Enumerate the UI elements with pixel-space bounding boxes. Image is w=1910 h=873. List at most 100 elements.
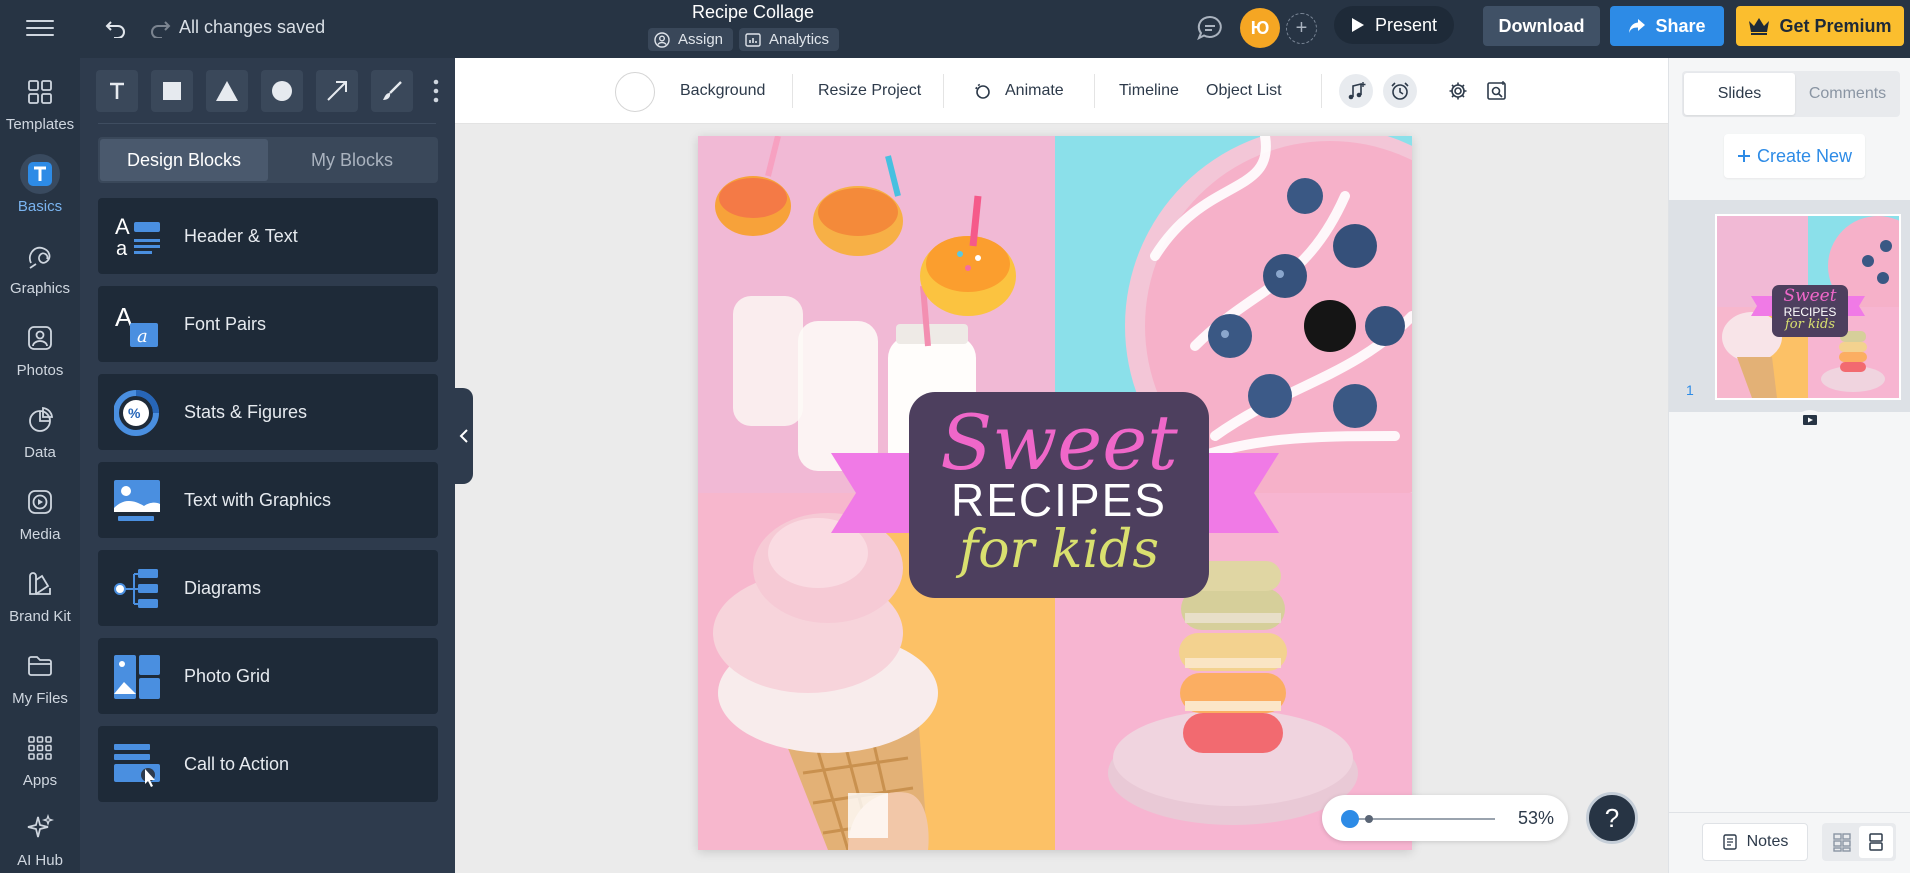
block-photo-grid[interactable]: Photo Grid [98, 638, 438, 714]
assign-icon [654, 31, 670, 48]
brand-kit-icon [20, 564, 60, 604]
rail-label: Photos [16, 362, 64, 379]
design-canvas[interactable]: Sweet RECIPES for kids [698, 136, 1412, 850]
rail-item-apps[interactable]: Apps [0, 720, 80, 802]
thumb-line-sweet: Sweet [1783, 286, 1837, 306]
header-text-icon: Aa [114, 214, 162, 260]
block-call-to-action[interactable]: Call to Action [98, 726, 438, 802]
rail-item-my-files[interactable]: My Files [0, 638, 80, 720]
right-panel-tabs: Slides Comments [1682, 71, 1900, 117]
block-font-pairs[interactable]: Aa Font Pairs [98, 286, 438, 362]
block-header-text[interactable]: Aa Header & Text [98, 198, 438, 274]
analytics-button[interactable]: Analytics [739, 28, 840, 51]
crown-icon [1749, 18, 1770, 35]
svg-text:a: a [137, 326, 148, 347]
rail-item-graphics[interactable]: Graphics [0, 228, 80, 310]
block-label: Stats & Figures [184, 401, 308, 422]
svg-text:a: a [116, 238, 128, 260]
text-graphics-icon [114, 478, 162, 524]
background-button[interactable]: Background [680, 58, 765, 124]
notes-button[interactable]: Notes [1702, 823, 1808, 861]
block-label: Header & Text [184, 225, 298, 246]
tab-design-blocks[interactable]: Design Blocks [100, 139, 268, 181]
help-button[interactable]: ? [1586, 792, 1638, 844]
background-color-swatch[interactable] [615, 72, 655, 112]
block-label: Diagrams [184, 577, 262, 598]
media-play-icon [20, 482, 60, 522]
rail-item-basics[interactable]: Basics [0, 146, 80, 228]
left-rail: Templates Basics Graphics Photos Data Me… [0, 58, 80, 873]
divider [98, 123, 436, 124]
share-button[interactable]: Share [1610, 6, 1724, 46]
block-diagrams[interactable]: Diagrams [98, 550, 438, 626]
block-stats-figures[interactable]: % Stats & Figures [98, 374, 438, 450]
object-list-button[interactable]: Object List [1206, 58, 1282, 124]
analytics-icon [745, 32, 761, 47]
present-label: Present [1374, 14, 1438, 35]
rail-label: Graphics [9, 280, 71, 297]
rail-item-media[interactable]: Media [0, 474, 80, 556]
title-card[interactable]: Sweet RECIPES for kids [909, 392, 1209, 598]
rail-label: Basics [17, 198, 63, 215]
triangle-tool-icon[interactable] [206, 70, 248, 112]
text-tool-icon[interactable] [96, 70, 138, 112]
circle-tool-icon[interactable] [261, 70, 303, 112]
settings-gear-icon[interactable] [1441, 74, 1475, 108]
rail-item-photos[interactable]: Photos [0, 310, 80, 392]
thumb-title-card: Sweet RECIPES for kids [1772, 285, 1848, 337]
tab-my-blocks[interactable]: My Blocks [268, 139, 436, 181]
square-tool-icon[interactable] [151, 70, 193, 112]
shape-toolbar [96, 70, 413, 112]
present-button[interactable]: Present [1334, 6, 1454, 44]
design-blocks-panel: Design Blocks My Blocks Aa Header & Text… [80, 58, 455, 873]
zoom-value[interactable]: 53% [1518, 808, 1554, 829]
tab-slides[interactable]: Slides [1684, 73, 1795, 115]
rail-item-templates[interactable]: Templates [0, 64, 80, 146]
tab-comments[interactable]: Comments [1792, 73, 1903, 115]
user-avatar[interactable]: Ю [1240, 8, 1280, 48]
create-new-label: Create New [1756, 145, 1853, 166]
brush-tool-icon[interactable] [371, 70, 413, 112]
add-audio-icon[interactable] [1339, 74, 1373, 108]
call-to-action-icon [114, 742, 162, 788]
plus-icon [1737, 150, 1750, 162]
list-view-icon[interactable] [1859, 826, 1893, 858]
share-arrow-icon [1629, 19, 1646, 33]
slide-thumbnail[interactable]: Sweet RECIPES for kids [1715, 214, 1901, 400]
rail-item-data[interactable]: Data [0, 392, 80, 474]
create-new-slide-button[interactable]: Create New [1724, 134, 1865, 178]
assign-button[interactable]: Assign [648, 28, 734, 51]
block-text-with-graphics[interactable]: Text with Graphics [98, 462, 438, 538]
image-search-icon[interactable] [1480, 74, 1514, 108]
rail-label: Templates [5, 116, 75, 133]
view-toggle [1822, 823, 1896, 861]
comments-icon[interactable] [1194, 12, 1226, 44]
rail-label: AI Hub [17, 852, 63, 869]
download-button[interactable]: Download [1483, 6, 1600, 46]
animate-icon [975, 83, 990, 99]
zoom-slider-handle[interactable] [1341, 810, 1359, 828]
collapse-panel-button[interactable] [455, 388, 473, 484]
animate-label: Animate [1005, 82, 1064, 99]
arrow-tool-icon[interactable] [316, 70, 358, 112]
resize-project-button[interactable]: Resize Project [818, 58, 921, 124]
rail-item-ai-hub[interactable]: AI Hub [0, 800, 80, 873]
alarm-clock-icon[interactable] [1383, 74, 1417, 108]
graphics-icon [20, 236, 60, 276]
folder-icon [20, 646, 60, 686]
grid-view-icon[interactable] [1825, 826, 1859, 858]
rail-label: Media [19, 526, 61, 543]
add-collaborator-button[interactable]: + [1286, 13, 1317, 44]
slide-animation-icon[interactable] [1797, 410, 1823, 430]
document-title[interactable]: Recipe Collage [0, 2, 1506, 23]
photos-icon [20, 318, 60, 358]
timeline-button[interactable]: Timeline [1119, 58, 1179, 124]
diagram-icon [114, 566, 162, 612]
animate-button[interactable]: Animate [973, 58, 1064, 124]
title-line-recipes: RECIPES [951, 474, 1167, 526]
more-tools-icon[interactable] [433, 78, 439, 104]
rail-item-brand-kit[interactable]: Brand Kit [0, 556, 80, 638]
block-label: Call to Action [184, 753, 290, 774]
get-premium-button[interactable]: Get Premium [1736, 6, 1904, 46]
templates-icon [20, 72, 60, 112]
